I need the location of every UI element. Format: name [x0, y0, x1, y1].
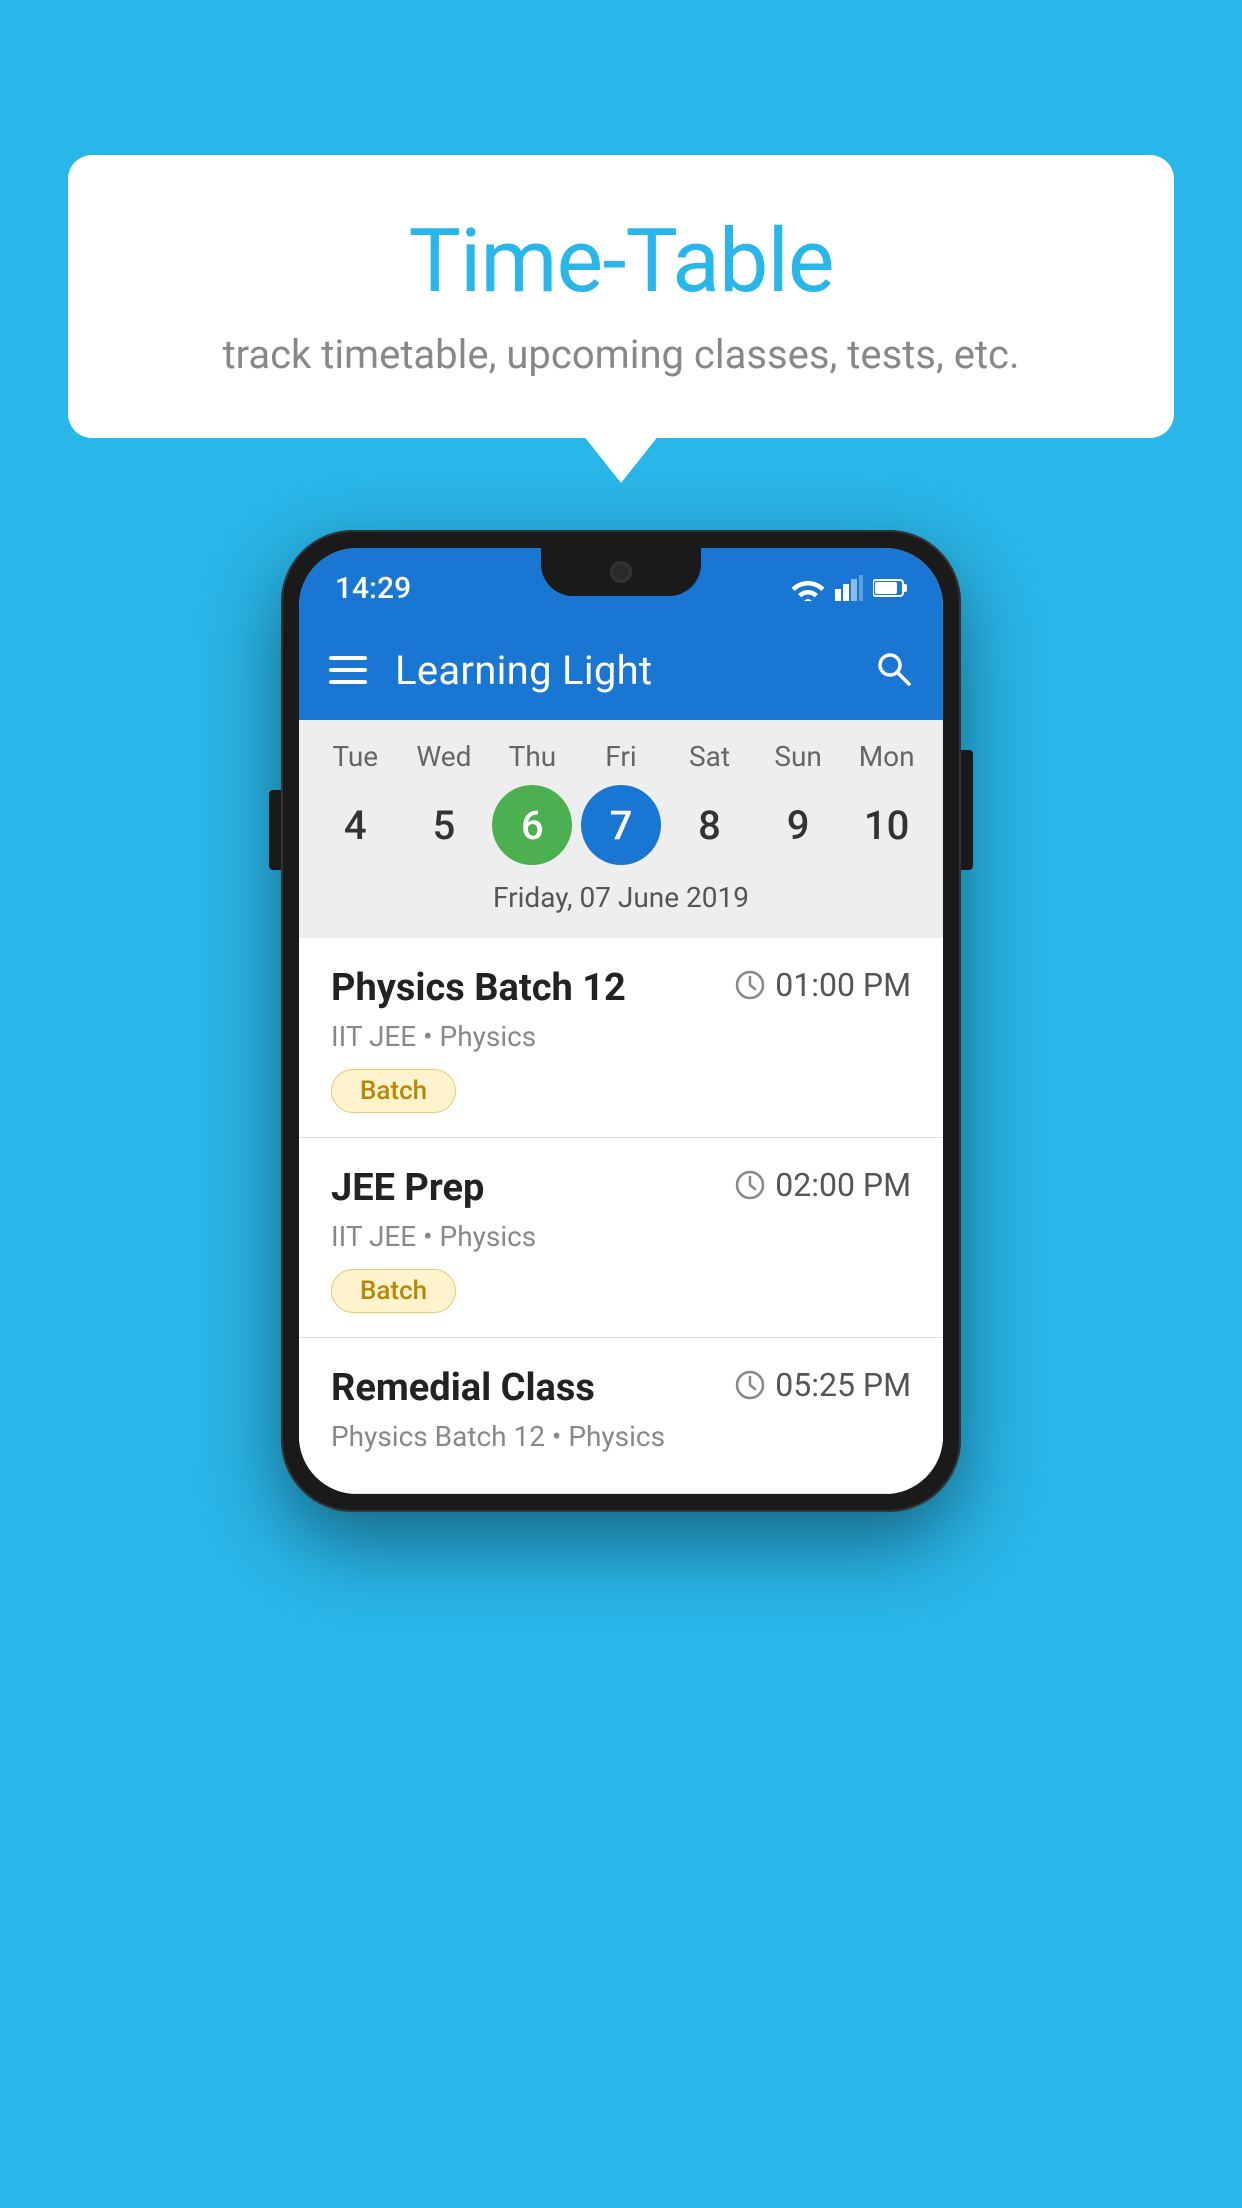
app-bar: Learning Light — [299, 620, 943, 720]
phone-outer: 14:29 — [281, 530, 961, 1512]
clock-icon-3 — [735, 1370, 765, 1400]
day-4[interactable]: 4 — [315, 785, 395, 865]
clock-icon-2 — [735, 1170, 765, 1200]
day-5[interactable]: 5 — [404, 785, 484, 865]
speech-bubble-container: Time-Table track timetable, upcoming cla… — [68, 155, 1174, 438]
day-header-sun: Sun — [758, 740, 838, 773]
clock-icon — [735, 970, 765, 1000]
schedule-item-2-header: JEE Prep 02:00 PM — [331, 1166, 911, 1210]
day-header-sat: Sat — [670, 740, 750, 773]
schedule-item-1-header: Physics Batch 12 01:00 PM — [331, 966, 911, 1010]
day-header-thu: Thu — [492, 740, 572, 773]
schedule-item-1-badge: Batch — [331, 1069, 456, 1113]
schedule-item-1[interactable]: Physics Batch 12 01:00 PM IIT JEE • Phys… — [299, 938, 943, 1138]
schedule-item-3-time: 05:25 PM — [735, 1366, 911, 1404]
day-header-tue: Tue — [315, 740, 395, 773]
status-icons — [791, 575, 907, 601]
schedule-item-3[interactable]: Remedial Class 05:25 PM Physics Batch 12… — [299, 1338, 943, 1494]
signal-icon — [835, 575, 863, 601]
schedule-item-3-sub: Physics Batch 12 • Physics — [331, 1420, 911, 1453]
hamburger-menu-icon[interactable] — [329, 656, 367, 684]
battery-icon — [873, 579, 907, 597]
speech-bubble: Time-Table track timetable, upcoming cla… — [68, 155, 1174, 438]
day-7-selected[interactable]: 7 — [581, 785, 661, 865]
schedule-item-1-name: Physics Batch 12 — [331, 966, 626, 1010]
search-button[interactable] — [873, 648, 913, 692]
schedule-item-3-header: Remedial Class 05:25 PM — [331, 1366, 911, 1410]
phone-notch — [541, 548, 701, 596]
day-header-mon: Mon — [847, 740, 927, 773]
app-title: Learning Light — [395, 647, 845, 694]
schedule-item-3-name: Remedial Class — [331, 1366, 595, 1410]
schedule-item-1-time: 01:00 PM — [735, 966, 911, 1004]
selected-date: Friday, 07 June 2019 — [299, 881, 943, 928]
day-headers: Tue Wed Thu Fri Sat Sun Mon — [299, 740, 943, 773]
phone-mockup: 14:29 — [281, 530, 961, 1512]
page-subtitle: track timetable, upcoming classes, tests… — [128, 331, 1114, 378]
page-title: Time-Table — [128, 210, 1114, 313]
day-header-fri: Fri — [581, 740, 661, 773]
schedule-item-2-time: 02:00 PM — [735, 1166, 911, 1204]
calendar-strip: Tue Wed Thu Fri Sat Sun Mon 4 5 6 7 8 9 … — [299, 720, 943, 938]
day-header-wed: Wed — [404, 740, 484, 773]
status-time: 14:29 — [335, 571, 411, 606]
day-8[interactable]: 8 — [670, 785, 750, 865]
schedule-item-2[interactable]: JEE Prep 02:00 PM IIT JEE • Physics Batc… — [299, 1138, 943, 1338]
day-9[interactable]: 9 — [758, 785, 838, 865]
schedule-item-2-sub: IIT JEE • Physics — [331, 1220, 911, 1253]
day-numbers: 4 5 6 7 8 9 10 — [299, 785, 943, 865]
day-6-today[interactable]: 6 — [492, 785, 572, 865]
schedule-list: Physics Batch 12 01:00 PM IIT JEE • Phys… — [299, 938, 943, 1494]
schedule-item-1-sub: IIT JEE • Physics — [331, 1020, 911, 1053]
wifi-icon — [791, 575, 825, 601]
schedule-item-2-name: JEE Prep — [331, 1166, 484, 1210]
phone-screen: 14:29 — [299, 548, 943, 1494]
schedule-item-2-badge: Batch — [331, 1269, 456, 1313]
camera — [610, 561, 632, 583]
day-10[interactable]: 10 — [847, 785, 927, 865]
